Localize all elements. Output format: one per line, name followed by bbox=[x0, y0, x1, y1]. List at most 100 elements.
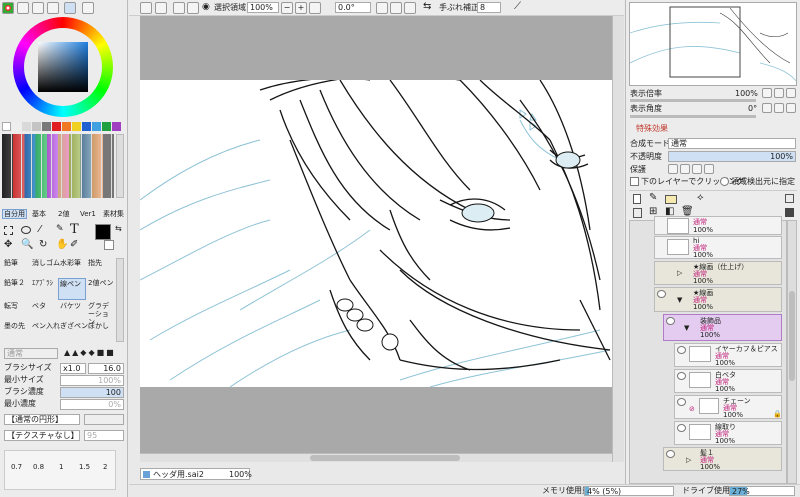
layer-visibility-icon[interactable] bbox=[677, 398, 686, 406]
stabilizer-field[interactable]: 8 bbox=[477, 2, 501, 13]
min-size-value[interactable]: 100% bbox=[60, 375, 124, 386]
text-tool-icon[interactable]: T bbox=[70, 222, 79, 237]
tool-ink-tip[interactable]: 墨の先 bbox=[4, 322, 25, 330]
brush-size-multiplier[interactable]: x1.0 bbox=[60, 363, 86, 374]
palette-swatch[interactable] bbox=[32, 122, 41, 131]
texture-dropdown[interactable]: 【テクスチャなし】 bbox=[4, 430, 80, 441]
tool-bucket[interactable]: バケツ bbox=[60, 302, 81, 310]
clip-checkbox[interactable] bbox=[630, 177, 639, 186]
layer-visibility-icon[interactable] bbox=[677, 346, 686, 354]
layer-row[interactable]: hi 通常 100% bbox=[654, 236, 782, 259]
size-preset[interactable]: 1 bbox=[59, 463, 63, 471]
tool-tab-materials[interactable]: 素材集 bbox=[103, 210, 124, 218]
detect-checkbox[interactable] bbox=[720, 177, 729, 186]
tool-pencil2[interactable]: 鉛筆２ bbox=[4, 279, 25, 287]
deselect-button[interactable] bbox=[173, 2, 185, 14]
pen-pressure-icon[interactable]: ⟋ bbox=[514, 1, 521, 12]
hand-icon[interactable]: ✋ bbox=[56, 239, 68, 250]
secondary-color[interactable] bbox=[104, 240, 114, 250]
new-linework-icon[interactable]: ✎ bbox=[649, 192, 657, 203]
canvas-vscroll[interactable] bbox=[612, 16, 624, 462]
palette-swatch[interactable] bbox=[112, 122, 121, 131]
layer-scroll-thumb[interactable] bbox=[789, 291, 795, 381]
opacity-slider[interactable]: 100% bbox=[668, 151, 796, 162]
folder-collapse-icon[interactable]: ▼ bbox=[677, 296, 682, 304]
nav-zoom-reset-button[interactable] bbox=[786, 88, 796, 98]
size-preset[interactable]: 1.5 bbox=[79, 463, 90, 471]
texture-strength[interactable]: 95 bbox=[84, 430, 124, 441]
tool-tab-binary[interactable]: 2値 bbox=[58, 210, 69, 218]
palette-swatch[interactable] bbox=[12, 122, 21, 131]
primary-color[interactable] bbox=[95, 224, 111, 240]
effects-header[interactable]: 特殊効果 bbox=[636, 124, 668, 134]
swap-color-icon[interactable]: ⇆ bbox=[115, 224, 122, 233]
scratchpad-icon[interactable] bbox=[82, 2, 94, 14]
swatch-grid-icon[interactable] bbox=[64, 2, 76, 14]
swatch-icon[interactable] bbox=[47, 2, 59, 14]
tool-airbrush[interactable]: ｴｱﾌﾞﾗｼ bbox=[32, 279, 53, 287]
lasso-icon[interactable] bbox=[21, 226, 31, 234]
tool-watercolor[interactable]: 水彩筆 bbox=[60, 259, 81, 267]
nav-rotate-left-button[interactable] bbox=[762, 103, 772, 113]
nav-zoom-out-button[interactable] bbox=[762, 88, 772, 98]
layer-visibility-icon[interactable] bbox=[677, 372, 686, 380]
folder-row-selected[interactable]: ▼ 装飾品 通常 100% bbox=[663, 314, 782, 341]
document-tab[interactable]: ヘッダ用.sai2 100% bbox=[140, 468, 252, 480]
zoom-in-button[interactable]: + bbox=[295, 2, 307, 14]
move-icon[interactable]: ✥ bbox=[4, 239, 12, 250]
size-preset[interactable]: 2 bbox=[103, 463, 107, 471]
nav-angle-slider[interactable] bbox=[630, 115, 756, 118]
palette-swatch[interactable] bbox=[92, 122, 101, 131]
color-wheel-icon[interactable] bbox=[2, 2, 14, 14]
tool-binary-pen[interactable]: 2値ペン bbox=[88, 279, 113, 287]
rotate-icon[interactable]: ↻ bbox=[39, 239, 47, 250]
saturation-value-square[interactable] bbox=[38, 42, 88, 92]
layer-row[interactable]: イヤーカフ＆ピアス 通常 100% bbox=[674, 343, 782, 367]
palette-swatch[interactable] bbox=[62, 122, 71, 131]
nav-rotate-reset-button[interactable] bbox=[786, 103, 796, 113]
size-preset[interactable]: 0.8 bbox=[33, 463, 44, 471]
tool-tab-basic[interactable]: 基本 bbox=[32, 210, 46, 218]
brush-mode-select[interactable]: 通常 bbox=[4, 348, 58, 359]
layer-settings-icon[interactable] bbox=[785, 194, 794, 203]
rotation-field[interactable]: 0.0° bbox=[335, 2, 371, 13]
layer-row[interactable]: 白ベタ 通常 100% bbox=[674, 369, 782, 393]
invert-select-button[interactable] bbox=[187, 2, 199, 14]
layer-visibility-icon[interactable] bbox=[666, 317, 675, 325]
lock-all-icon[interactable] bbox=[704, 164, 714, 174]
tool-tab-ver1[interactable]: Ver1 bbox=[80, 210, 96, 218]
min-density-value[interactable]: 0% bbox=[60, 399, 124, 410]
rotate-left-button[interactable] bbox=[376, 2, 388, 14]
lock-move-icon[interactable] bbox=[692, 164, 702, 174]
artwork[interactable] bbox=[140, 80, 612, 387]
tool-fill[interactable]: ベタ bbox=[32, 302, 46, 310]
eyedropper2-icon[interactable]: ✐ bbox=[70, 239, 78, 250]
folder-collapse-icon[interactable]: ▼ bbox=[684, 324, 689, 332]
folder-expand-icon[interactable]: ▷ bbox=[686, 456, 691, 464]
layer-row[interactable]: ⊘ チェーン 通常 100% 🔒 bbox=[674, 395, 782, 419]
zoom-reset-button[interactable] bbox=[309, 2, 321, 14]
tool-jagged-pen[interactable]: ぎざペン bbox=[60, 322, 88, 330]
layer-row[interactable]: 線取り 通常 100% bbox=[674, 421, 782, 445]
blend-mode-select[interactable]: 通常 bbox=[668, 138, 796, 149]
navigator-preview[interactable] bbox=[629, 2, 797, 86]
palette-swatch[interactable] bbox=[72, 122, 81, 131]
folder-row[interactable]: ▼ ★線画 通常 100% bbox=[654, 287, 782, 312]
canvas-hscroll[interactable] bbox=[140, 453, 612, 462]
rgb-slider-icon[interactable] bbox=[17, 2, 29, 14]
palette-swatch[interactable] bbox=[22, 122, 31, 131]
tool-eraser[interactable]: 消しゴム bbox=[32, 259, 60, 267]
folder-row[interactable]: ▷ ★線画（仕上げ） 通常 100% bbox=[654, 261, 782, 285]
eyedropper-icon[interactable]: ✎ bbox=[56, 224, 64, 234]
tool-line-pen[interactable]: 線ペン bbox=[58, 278, 86, 300]
copy-layer-icon[interactable] bbox=[633, 208, 642, 218]
swatch-grid[interactable] bbox=[2, 134, 114, 198]
tool-scrollbar[interactable] bbox=[116, 258, 124, 342]
zoom-out-button[interactable]: − bbox=[281, 2, 293, 14]
size-preset[interactable]: 0.7 bbox=[11, 463, 22, 471]
layer-visibility-icon[interactable] bbox=[666, 450, 675, 458]
palette-swatch[interactable] bbox=[42, 122, 51, 131]
brush-shape-dropdown[interactable]: 【通常の円形】 bbox=[4, 414, 80, 425]
palette-swatch[interactable] bbox=[52, 122, 61, 131]
new-layer-icon[interactable] bbox=[633, 194, 641, 204]
